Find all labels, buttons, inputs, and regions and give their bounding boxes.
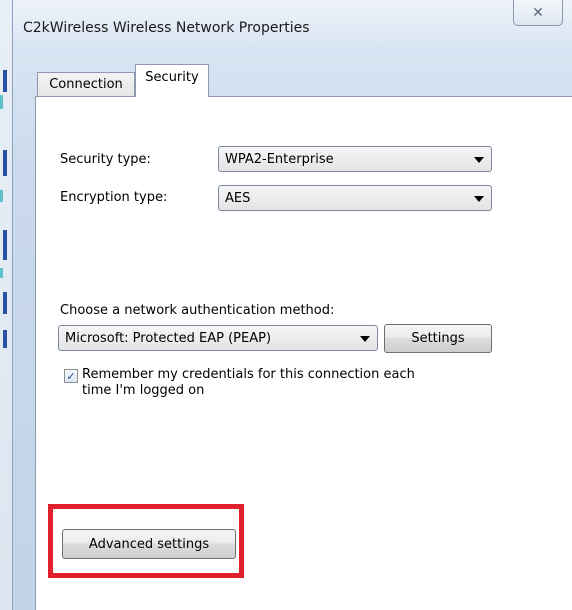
- window-title: C2kWireless Wireless Network Properties: [23, 20, 310, 36]
- close-button[interactable]: ✕: [513, 0, 563, 26]
- tab-security[interactable]: Security: [135, 64, 209, 97]
- desktop-background-strip: [0, 0, 12, 610]
- checkmark-icon: ✓: [66, 369, 76, 383]
- tab-connection[interactable]: Connection: [37, 72, 135, 96]
- auth-method-label: Choose a network authentication method:: [60, 303, 335, 318]
- auth-method-select[interactable]: Microsoft: Protected EAP (PEAP): [58, 325, 378, 351]
- settings-button[interactable]: Settings: [384, 324, 492, 353]
- title-bar: C2kWireless Wireless Network Properties …: [13, 0, 572, 56]
- security-type-select[interactable]: WPA2-Enterprise: [218, 146, 492, 172]
- encryption-type-label: Encryption type:: [60, 190, 168, 205]
- red-highlight-annotation: [48, 504, 244, 578]
- tab-security-label: Security: [145, 70, 199, 85]
- security-type-value: WPA2-Enterprise: [225, 151, 334, 167]
- remember-credentials-line2: time I'm logged on: [82, 383, 205, 398]
- encryption-type-select[interactable]: AES: [218, 185, 492, 211]
- remember-credentials-label: Remember my credentials for this connect…: [82, 367, 415, 399]
- remember-credentials-checkbox[interactable]: ✓: [64, 369, 78, 383]
- auth-method-value: Microsoft: Protected EAP (PEAP): [65, 330, 272, 346]
- chevron-down-icon: [360, 336, 370, 342]
- security-type-label: Security type:: [60, 152, 151, 167]
- tab-connection-label: Connection: [49, 77, 123, 92]
- screen: C2kWireless Wireless Network Properties …: [0, 0, 572, 610]
- remember-credentials-line1: Remember my credentials for this connect…: [82, 367, 415, 382]
- settings-button-label: Settings: [411, 331, 465, 346]
- chevron-down-icon: [474, 157, 484, 163]
- encryption-type-value: AES: [225, 190, 251, 206]
- close-icon: ✕: [532, 4, 544, 21]
- chevron-down-icon: [474, 196, 484, 202]
